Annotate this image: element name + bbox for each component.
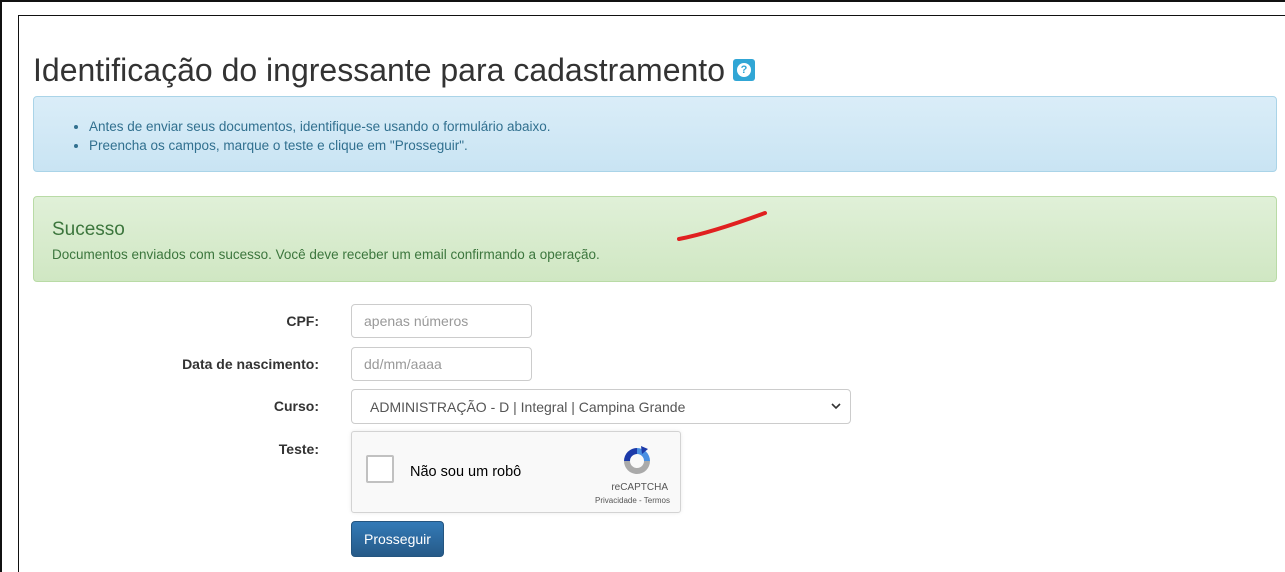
success-message: Documentos enviados com sucesso. Você de…: [52, 247, 600, 262]
success-title: Sucesso: [52, 219, 125, 240]
red-annotation-stroke: [677, 211, 767, 241]
cpf-input[interactable]: [351, 304, 532, 338]
info-item: Antes de enviar seus documentos, identif…: [89, 117, 551, 136]
recaptcha-widget: Não sou um robô reCAPTCHA Privacidade - …: [351, 431, 681, 513]
recaptcha-brand: reCAPTCHA: [611, 482, 668, 493]
info-alert: Antes de enviar seus documentos, identif…: [33, 96, 1277, 172]
chevron-down-icon: [831, 403, 841, 410]
help-question-icon[interactable]: ?: [732, 58, 755, 81]
recaptcha-links[interactable]: Privacidade - Termos: [595, 496, 670, 505]
birthdate-input[interactable]: [351, 347, 532, 381]
cpf-label: CPF:: [286, 313, 319, 329]
course-select[interactable]: ADMINISTRAÇÃO - D | Integral | Campina G…: [351, 389, 851, 424]
course-label: Curso:: [273, 398, 319, 414]
proceed-button[interactable]: Prosseguir: [351, 521, 444, 557]
course-select-value: ADMINISTRAÇÃO - D | Integral | Campina G…: [370, 399, 686, 415]
recaptcha-logo-icon: [624, 446, 650, 474]
success-alert: Sucesso Documentos enviados com sucesso.…: [33, 196, 1277, 282]
recaptcha-label: Não sou um robô: [410, 464, 522, 480]
page-title: Identificação do ingressante para cadast…: [33, 50, 755, 90]
info-item: Preencha os campos, marque o teste e cli…: [89, 136, 551, 155]
test-label: Teste:: [278, 441, 319, 457]
recaptcha-checkbox[interactable]: [366, 455, 394, 483]
birthdate-label: Data de nascimento:: [182, 356, 319, 372]
info-list: Antes de enviar seus documentos, identif…: [34, 117, 551, 155]
